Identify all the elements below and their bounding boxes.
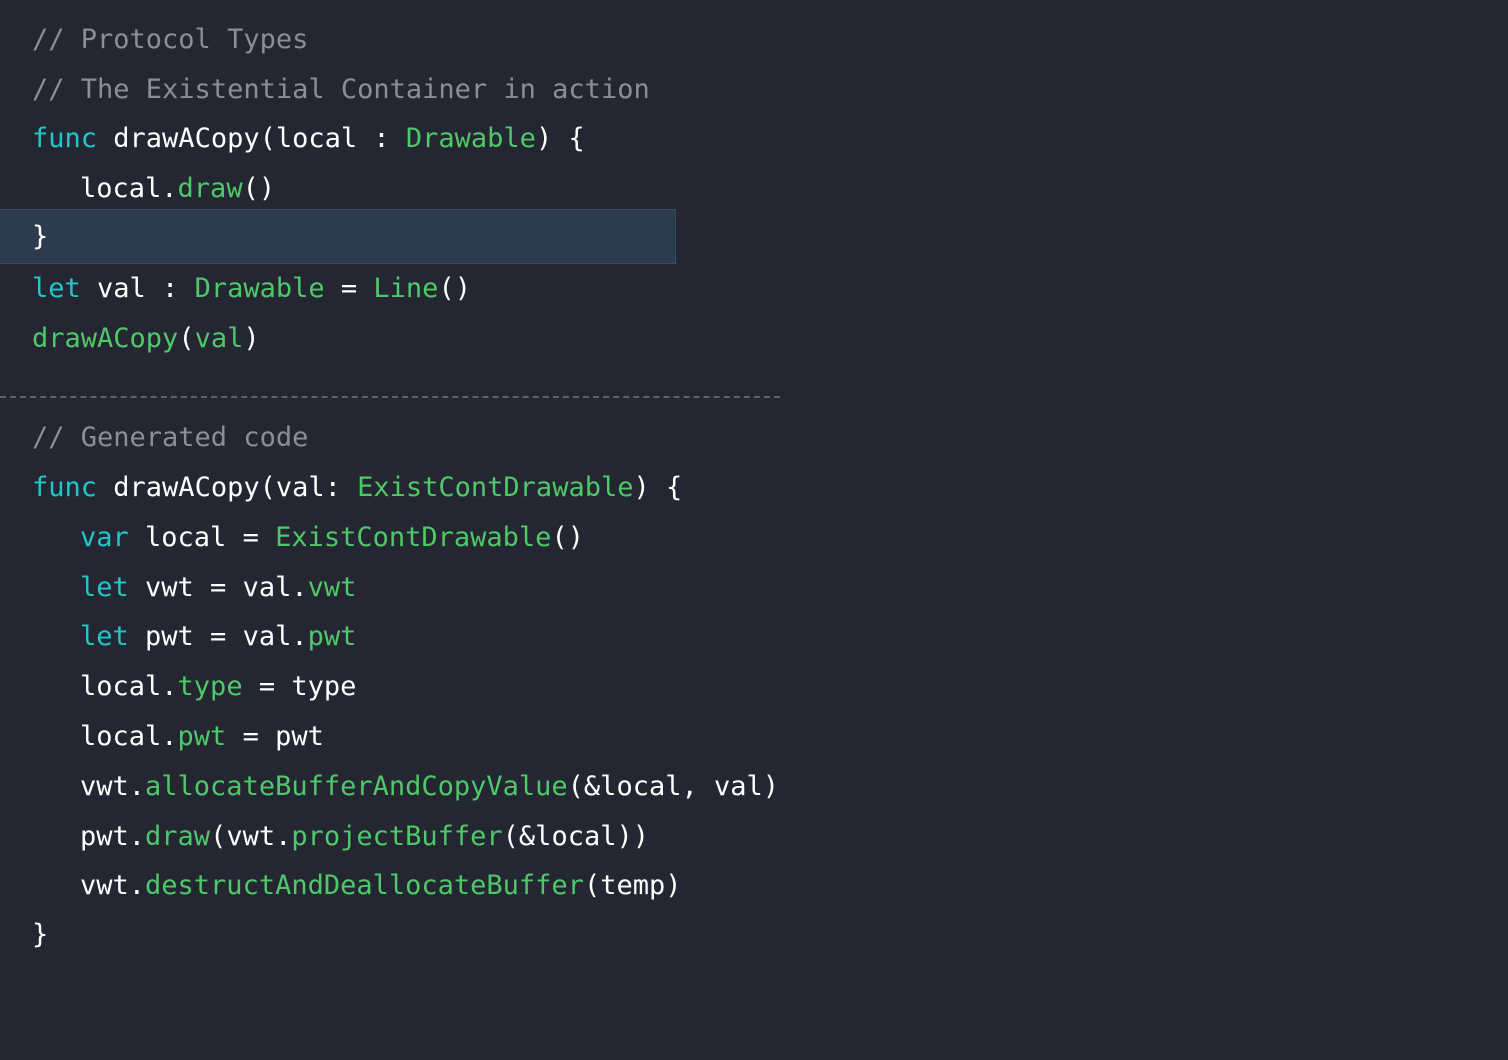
code-content: local.type = type <box>80 662 356 712</box>
code-content: local.draw() <box>80 164 275 214</box>
code-content: vwt.allocateBufferAndCopyValue(&local, v… <box>80 762 779 812</box>
code-line-8[interactable]: // Generated code <box>0 413 308 463</box>
type-token: ExistContDrawable <box>275 522 552 553</box>
plain-token: vwt. <box>80 870 146 901</box>
plain-token: = pwt <box>226 721 324 752</box>
keyword-token: let <box>32 273 81 304</box>
keyword-token: let <box>80 572 129 603</box>
plain-token: vwt. <box>80 771 146 802</box>
code-line-10[interactable]: var local = ExistContDrawable() <box>0 513 584 563</box>
plain-token: = <box>324 273 374 304</box>
plain-token: (vwt. <box>210 821 292 852</box>
code-content: } <box>32 910 48 960</box>
code-line-2[interactable]: // The Existential Container in action <box>0 65 650 115</box>
plain-token: = type <box>242 671 357 702</box>
code-line-3[interactable]: func drawACopy(local : Drawable) { <box>0 114 585 164</box>
code-content: vwt.destructAndDeallocateBuffer(temp) <box>80 861 681 911</box>
type-token: Drawable <box>405 123 536 154</box>
plain-token: local. <box>80 173 178 204</box>
keyword-token: func <box>32 472 98 503</box>
code-line-9[interactable]: func drawACopy(val: ExistContDrawable) { <box>0 463 682 513</box>
code-line-11[interactable]: let vwt = val.vwt <box>0 563 356 613</box>
type-token: Drawable <box>194 273 325 304</box>
plain-token: vwt = val. <box>128 572 308 603</box>
function-call-token: drawACopy <box>32 323 179 354</box>
plain-token: ( <box>178 323 195 354</box>
plain-token: local. <box>80 671 178 702</box>
type-token: ExistContDrawable <box>357 472 634 503</box>
code-line-17[interactable]: vwt.destructAndDeallocateBuffer(temp) <box>0 861 681 911</box>
code-content: // Protocol Types <box>32 15 308 65</box>
comment-token: // Protocol Types <box>32 24 309 55</box>
section-separator <box>0 396 780 398</box>
code-line-16[interactable]: pwt.draw(vwt.projectBuffer(&local)) <box>0 812 649 862</box>
method-token: projectBuffer <box>291 821 503 852</box>
plain-token: pwt = val. <box>128 621 308 652</box>
code-line-13[interactable]: local.type = type <box>0 662 356 712</box>
comment-token: // The Existential Container in action <box>32 74 650 105</box>
plain-token: drawACopy(val: <box>97 472 358 503</box>
plain-token: () <box>438 273 471 304</box>
code-content: let val : Drawable = Line() <box>32 264 471 314</box>
code-editor[interactable]: // Protocol Types // The Existential Con… <box>0 0 1508 982</box>
method-token: draw <box>177 173 243 204</box>
plain-token: ) <box>243 323 260 354</box>
code-line-5[interactable]: } <box>0 212 65 262</box>
code-line-4[interactable]: local.draw() <box>0 164 275 214</box>
plain-token: } <box>32 919 49 950</box>
comment-token: // Generated code <box>32 422 309 453</box>
property-token: type <box>177 671 243 702</box>
keyword-token: func <box>32 123 98 154</box>
code-line-6[interactable]: let val : Drawable = Line() <box>0 264 471 314</box>
method-token: draw <box>145 821 211 852</box>
plain-token: (temp) <box>583 870 682 901</box>
code-line-14[interactable]: local.pwt = pwt <box>0 712 324 762</box>
code-content: // The Existential Container in action <box>32 65 650 115</box>
keyword-token: let <box>80 621 129 652</box>
current-line-highlight <box>0 209 676 264</box>
plain-token: (&local, val) <box>567 771 779 802</box>
method-token: destructAndDeallocateBuffer <box>145 870 584 901</box>
code-content: let vwt = val.vwt <box>80 563 356 613</box>
code-content: } <box>32 212 48 262</box>
property-token: pwt <box>307 621 357 652</box>
plain-token: ) { <box>633 472 683 503</box>
code-content: func drawACopy(local : Drawable) { <box>32 114 585 164</box>
plain-token: } <box>32 221 49 252</box>
type-token: Line <box>373 273 439 304</box>
plain-token: ) { <box>535 123 585 154</box>
plain-token: drawACopy(local : <box>97 123 406 154</box>
code-content: pwt.draw(vwt.projectBuffer(&local)) <box>80 812 649 862</box>
code-content: drawACopy(val) <box>32 314 260 364</box>
code-line-15[interactable]: vwt.allocateBufferAndCopyValue(&local, v… <box>0 762 779 812</box>
code-line-1[interactable]: // Protocol Types <box>0 15 308 65</box>
plain-token: val : <box>80 273 195 304</box>
plain-token: local = <box>128 522 276 553</box>
code-content: // Generated code <box>32 413 308 463</box>
keyword-token: var <box>80 522 129 553</box>
plain-token: local. <box>80 721 178 752</box>
plain-token: () <box>242 173 276 204</box>
argument-token: val <box>194 323 244 354</box>
method-token: allocateBufferAndCopyValue <box>145 771 568 802</box>
property-token: vwt <box>307 572 357 603</box>
code-content: local.pwt = pwt <box>80 712 324 762</box>
code-line-18[interactable]: } <box>0 910 65 960</box>
code-content: func drawACopy(val: ExistContDrawable) { <box>32 463 682 513</box>
code-line-12[interactable]: let pwt = val.pwt <box>0 612 356 662</box>
plain-token: pwt. <box>80 821 146 852</box>
code-content: let pwt = val.pwt <box>80 612 356 662</box>
code-line-7[interactable]: drawACopy(val) <box>0 314 260 364</box>
property-token: pwt <box>177 721 227 752</box>
plain-token: (&local)) <box>502 821 649 852</box>
code-content: var local = ExistContDrawable() <box>80 513 584 563</box>
plain-token: () <box>551 522 584 553</box>
